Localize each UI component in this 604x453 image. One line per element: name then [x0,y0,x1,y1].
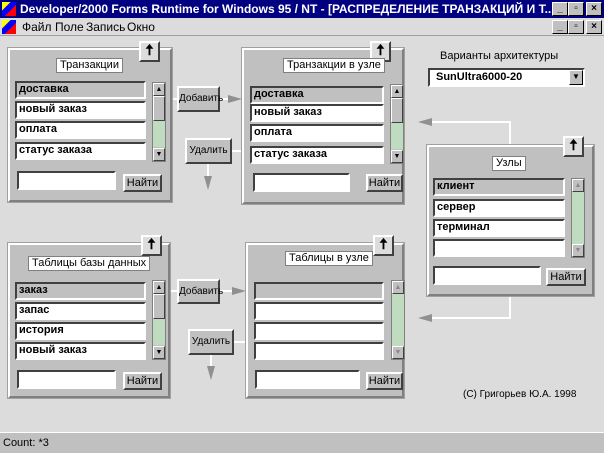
node-tables-title: Таблицы в узле [285,251,373,266]
list-item[interactable]: сервер [433,199,565,217]
scroll-down-icon[interactable]: ▼ [391,150,403,163]
scroll-up-icon[interactable]: ▲ [572,179,584,192]
list-item[interactable]: оплата [15,121,146,139]
list-item[interactable]: запас [15,302,146,320]
list-item[interactable]: терминал [433,219,565,237]
list-item[interactable]: доставка [15,81,146,99]
scroll-down-icon[interactable]: ▼ [153,346,165,359]
list-item[interactable]: новый заказ [15,101,146,119]
scroll-thumb[interactable] [153,294,165,319]
nodes-up-button[interactable]: 🠅 [563,136,584,157]
arrow-up-icon: 🠅 [379,236,388,253]
node-transactions-search-input[interactable] [253,173,350,192]
node-tables-find-button[interactable]: Найти [366,372,403,390]
add-transaction-button[interactable]: Добавить [177,86,223,112]
transactions-search-input[interactable] [17,171,116,190]
transactions-title: Транзакции [56,58,123,73]
list-item[interactable] [254,342,384,360]
list-item[interactable]: история [15,322,146,340]
node-transactions-title: Транзакции в узле [283,58,385,73]
transactions-scrollbar[interactable]: ▲ ▼ [152,82,166,162]
arrow-up-icon: 🠅 [147,236,156,253]
list-item[interactable]: статус заказа [250,146,384,164]
node-tables-search-input[interactable] [255,370,360,389]
remove-transaction-button[interactable]: Удалить [185,138,232,164]
arrow-up-icon: 🠅 [569,137,578,154]
transactions-find-button[interactable]: Найти [123,174,162,192]
add-table-button[interactable]: Добавить [177,279,223,304]
nodes-scrollbar[interactable]: ▲ ▼ [571,178,585,258]
node-tables-up-button[interactable]: 🠅 [373,235,394,256]
scroll-thumb[interactable] [153,96,165,121]
db-tables-title: Таблицы базы данных [28,256,151,271]
list-item[interactable] [433,239,565,257]
architecture-select[interactable]: SunUltra6000-20 [428,68,585,87]
scroll-down-icon[interactable]: ▼ [392,346,404,359]
db-tables-find-button[interactable]: Найти [123,372,162,390]
scroll-track[interactable] [572,192,584,244]
scroll-thumb[interactable] [391,98,403,123]
db-tables-search-input[interactable] [17,370,116,389]
scroll-up-icon[interactable]: ▲ [392,281,404,294]
arrow-up-icon: 🠅 [376,42,385,59]
chevron-down-icon[interactable]: ▼ [569,70,583,85]
list-item[interactable] [254,322,384,340]
list-item[interactable]: оплата [250,124,384,142]
scroll-up-icon[interactable]: ▲ [391,85,403,98]
list-item[interactable]: заказ [15,282,146,300]
scroll-track[interactable] [392,294,404,346]
architecture-value: SunUltra6000-20 [436,71,523,83]
list-item[interactable] [254,282,384,300]
db-tables-scrollbar[interactable]: ▲ ▼ [152,280,166,360]
scroll-track[interactable] [391,123,403,149]
status-bar: Count: *3 [0,432,604,453]
nodes-search-input[interactable] [433,266,541,285]
list-item[interactable]: новый заказ [250,104,384,122]
db-tables-up-button[interactable]: 🠅 [141,235,162,256]
node-transactions-scrollbar[interactable]: ▲ ▼ [390,84,404,164]
nodes-find-button[interactable]: Найти [546,268,586,286]
scroll-up-icon[interactable]: ▲ [153,281,165,294]
scroll-up-icon[interactable]: ▲ [153,83,165,96]
architecture-label: Варианты архитектуры [440,50,559,62]
list-item[interactable]: новый заказ [15,342,146,360]
transactions-up-button[interactable]: 🠅 [139,41,160,62]
scroll-track[interactable] [153,121,165,147]
copyright: (C) Григорьев Ю.А. 1998 [463,389,577,400]
scroll-down-icon[interactable]: ▼ [153,148,165,161]
list-item[interactable]: клиент [433,178,565,196]
scroll-down-icon[interactable]: ▼ [572,244,584,257]
list-item[interactable]: доставка [250,86,384,104]
nodes-title: Узлы [492,156,526,171]
node-tables-scrollbar[interactable]: ▲ ▼ [391,280,405,360]
arrow-up-icon: 🠅 [145,42,154,59]
node-transactions-find-button[interactable]: Найти [366,174,403,192]
list-item[interactable] [254,302,384,320]
scroll-track[interactable] [153,319,165,345]
remove-table-button[interactable]: Удалить [188,329,234,355]
status-text: Count: *3 [3,437,49,449]
list-item[interactable]: статус заказа [15,142,146,160]
